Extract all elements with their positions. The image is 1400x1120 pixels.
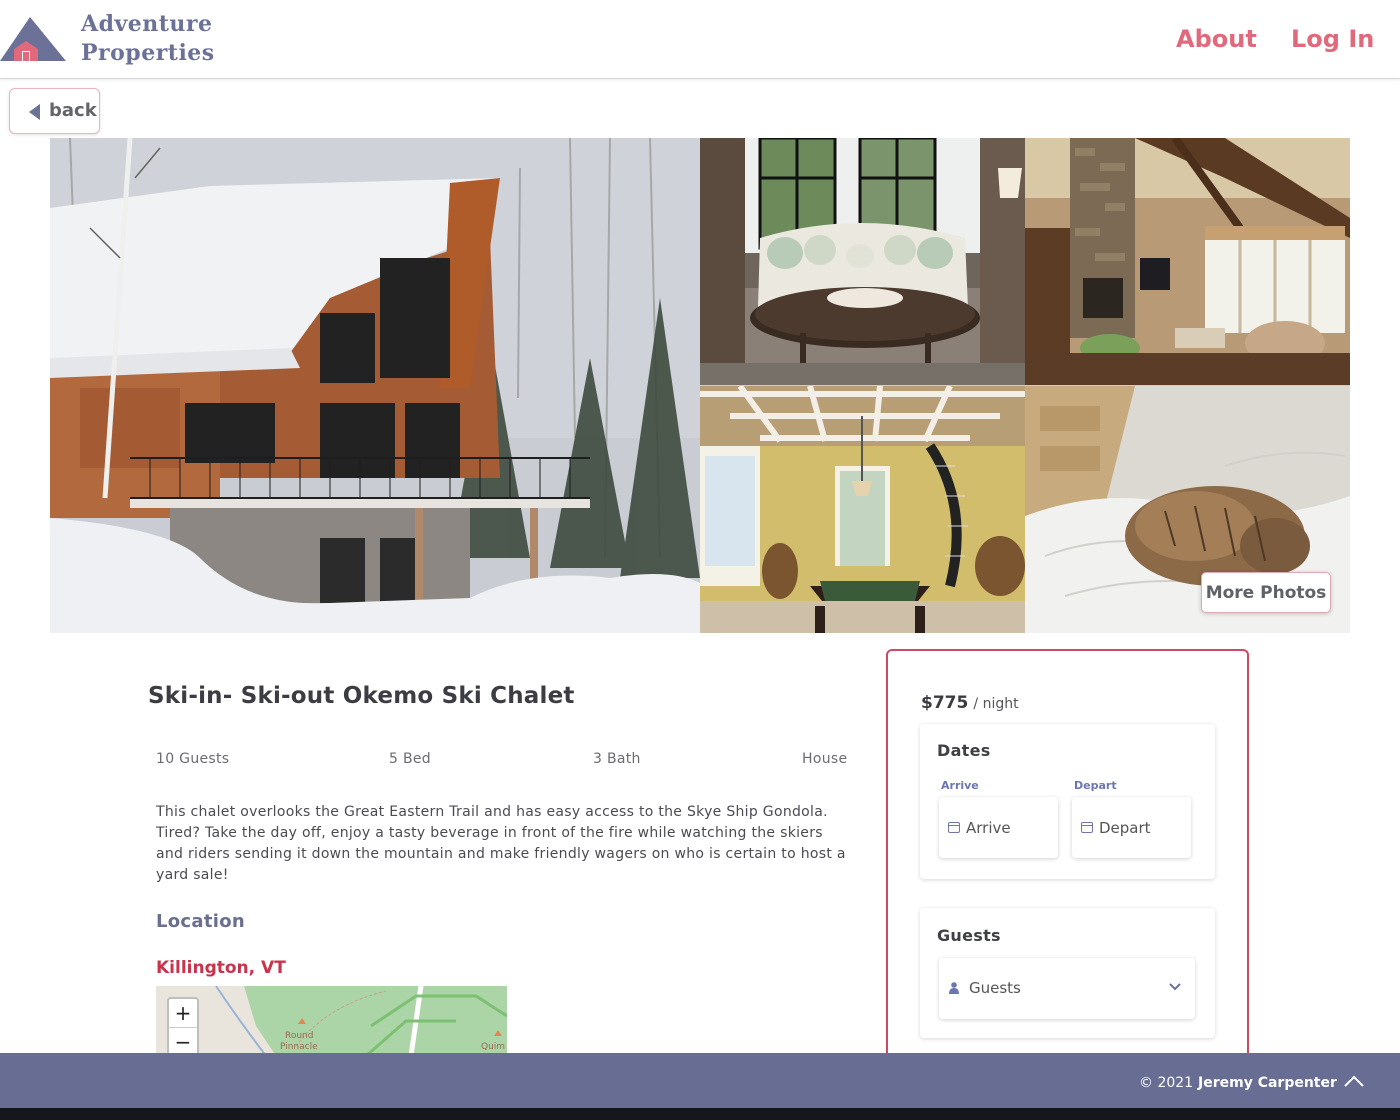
nav-about-link[interactable]: About [1176, 22, 1257, 56]
bottom-bar [0, 1108, 1400, 1120]
great-room-photo[interactable] [1025, 138, 1350, 385]
stat-guests: 10 Guests [156, 751, 230, 767]
living-room-photo[interactable] [700, 138, 1025, 385]
chevron-down-icon [1169, 983, 1181, 991]
chalet-exterior-photo[interactable] [50, 138, 700, 633]
nightly-price: $775 / night [921, 693, 1019, 713]
arrive-label: Arrive [941, 779, 979, 792]
caret-left-icon [29, 104, 40, 120]
stat-beds: 5 Bed [389, 751, 431, 767]
logo-line-1: Adventure [81, 11, 213, 37]
map-zoom-in-button[interactable]: + [169, 999, 197, 1028]
calendar-icon [1081, 822, 1093, 833]
depart-label: Depart [1074, 779, 1117, 792]
logo-line-2: Properties [81, 40, 215, 66]
map-label-round: Round [285, 1031, 313, 1041]
location-heading: Location [156, 911, 246, 932]
chevron-up-icon[interactable] [1343, 1073, 1365, 1089]
footer-author: Jeremy Carpenter [1198, 1075, 1337, 1091]
map-zoom-control: + − [167, 997, 199, 1059]
listing-title: Ski-in- Ski-out Okemo Ski Chalet [148, 683, 575, 709]
photo-gallery [50, 138, 1350, 633]
back-button-label: back [49, 100, 97, 121]
stat-property-type: House [802, 751, 848, 767]
arrive-date-placeholder: Arrive [966, 819, 1011, 837]
guests-select[interactable]: Guests [939, 958, 1195, 1019]
logo-text[interactable]: Adventure Properties [81, 10, 215, 68]
location-city: Killington, VT [156, 958, 286, 978]
depart-date-placeholder: Depart [1099, 819, 1151, 837]
nav-login-link[interactable]: Log In [1291, 22, 1374, 56]
site-header: Adventure Properties About Log In [0, 0, 1400, 79]
more-photos-button[interactable]: More Photos [1201, 572, 1331, 613]
back-button[interactable]: back [9, 88, 100, 134]
location-map[interactable]: Round Pinnacle Quim [156, 986, 507, 1056]
calendar-icon [948, 822, 960, 833]
guests-placeholder: Guests [969, 979, 1021, 997]
dates-title: Dates [937, 741, 991, 760]
arrive-date-input[interactable]: Arrive [939, 797, 1058, 858]
price-amount: $775 [921, 693, 969, 713]
depart-date-input[interactable]: Depart [1072, 797, 1191, 858]
listing-description: This chalet overlooks the Great Eastern … [156, 804, 846, 883]
map-label-quim: Quim [481, 1042, 505, 1052]
map-label-pinnacle: Pinnacle [280, 1042, 318, 1052]
guests-title: Guests [937, 926, 1001, 945]
stat-baths: 3 Bath [593, 751, 641, 767]
mountain-barn-logo[interactable] [0, 17, 66, 63]
footer-copyright: © 2021 [1139, 1075, 1194, 1091]
price-unit: / night [973, 696, 1019, 712]
game-room-photo[interactable] [700, 386, 1025, 633]
person-icon [949, 982, 959, 994]
